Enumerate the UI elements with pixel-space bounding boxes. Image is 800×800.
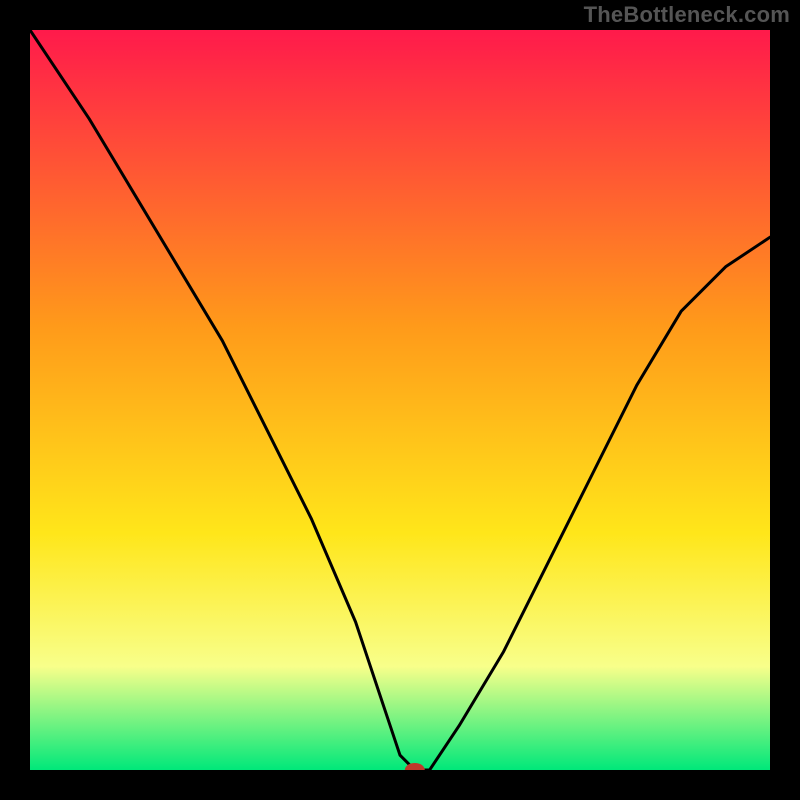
chart-background [30, 30, 770, 770]
chart-frame: TheBottleneck.com [0, 0, 800, 800]
chart-plot-area [30, 30, 770, 770]
chart-svg [30, 30, 770, 770]
watermark-text: TheBottleneck.com [584, 2, 790, 28]
